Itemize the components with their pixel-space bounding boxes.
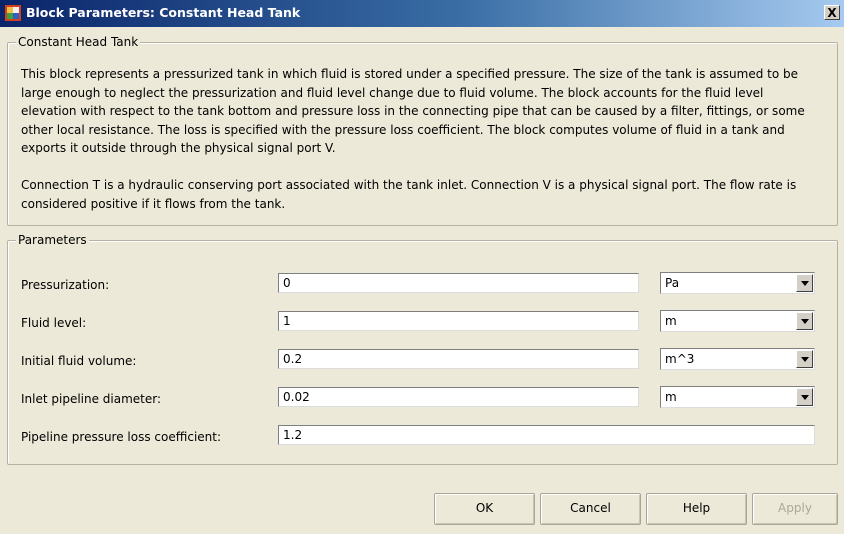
pressure-loss-coefficient-input[interactable]: 1.2 <box>278 425 815 445</box>
fluid-level-unit-select[interactable]: m <box>660 310 815 332</box>
close-icon[interactable]: X <box>824 5 840 20</box>
description-group-legend: Constant Head Tank <box>16 35 141 49</box>
inlet-pipeline-diameter-label: Inlet pipeline diameter: <box>21 392 162 406</box>
block-description: This block represents a pressurized tank… <box>21 67 805 155</box>
chevron-down-icon[interactable] <box>796 312 813 330</box>
fluid-level-label: Fluid level: <box>21 316 87 330</box>
pressurization-unit-select[interactable]: Pa <box>660 272 815 294</box>
initial-fluid-volume-unit-value: m^3 <box>665 352 695 366</box>
title-bar[interactable]: Block Parameters: Constant Head Tank X <box>0 0 844 27</box>
chevron-down-icon[interactable] <box>796 274 813 292</box>
cancel-button[interactable]: Cancel <box>540 493 641 525</box>
block-parameters-dialog: Block Parameters: Constant Head Tank X C… <box>0 0 844 534</box>
initial-fluid-volume-input[interactable]: 0.2 <box>278 349 639 369</box>
pressure-loss-coefficient-label: Pipeline pressure loss coefficient: <box>21 430 222 444</box>
fluid-level-unit-value: m <box>665 314 677 328</box>
parameters-group: Parameters Pressurization: 0 Pa Fluid le… <box>7 233 838 465</box>
simulink-block-icon <box>5 5 21 21</box>
chevron-down-icon[interactable] <box>796 350 813 368</box>
connection-description: Connection T is a hydraulic conserving p… <box>21 178 797 211</box>
inlet-pipeline-diameter-unit-select[interactable]: m <box>660 386 815 408</box>
inlet-pipeline-diameter-input[interactable]: 0.02 <box>278 387 639 407</box>
description-group: Constant Head Tank This block represents… <box>7 35 838 226</box>
pressurization-unit-value: Pa <box>665 276 680 290</box>
chevron-down-icon[interactable] <box>796 388 813 406</box>
fluid-level-input[interactable]: 1 <box>278 311 639 331</box>
help-button[interactable]: Help <box>646 493 747 525</box>
pressurization-label: Pressurization: <box>21 278 110 292</box>
window-title: Block Parameters: Constant Head Tank <box>26 5 301 20</box>
initial-fluid-volume-label: Initial fluid volume: <box>21 354 137 368</box>
pressurization-input[interactable]: 0 <box>278 273 639 293</box>
initial-fluid-volume-unit-select[interactable]: m^3 <box>660 348 815 370</box>
ok-button[interactable]: OK <box>434 493 535 525</box>
inlet-pipeline-diameter-unit-value: m <box>665 390 677 404</box>
parameters-group-legend: Parameters <box>16 233 89 247</box>
apply-button[interactable]: Apply <box>752 493 838 525</box>
